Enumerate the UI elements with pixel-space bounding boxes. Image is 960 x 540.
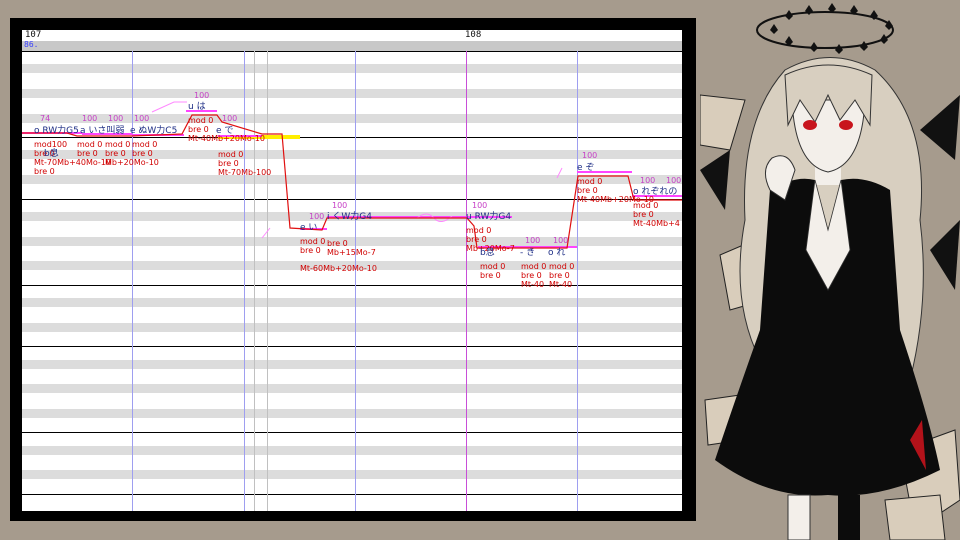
lyric-label[interactable]: o RW力G5 bbox=[34, 127, 79, 136]
param-mod: mod 0 bbox=[132, 140, 158, 149]
note-params: mod 0 bre 0 Mt-40 bbox=[521, 262, 546, 289]
param-mod: mod 0 bbox=[633, 201, 659, 210]
velocity-label: 100 bbox=[582, 151, 598, 160]
param-mod: mod 0 bbox=[77, 140, 103, 149]
lyric-label[interactable]: - き bbox=[520, 249, 535, 258]
param-mod: mod 0 bbox=[466, 226, 492, 235]
velocity-label: 100 bbox=[332, 201, 348, 210]
param-mod: mod 0 bbox=[521, 262, 547, 271]
velocity-label: 100 bbox=[525, 236, 541, 245]
note-labels: 74 o RW力G5 mod100 bre 0 Mt-70Mb+40Mo-10 … bbox=[22, 30, 682, 511]
lyric-label[interactable]: e ぞ bbox=[577, 164, 594, 173]
param-mod: mod 0 bbox=[549, 262, 575, 271]
lyric-label[interactable]: e ぬW力C5 bbox=[130, 127, 177, 136]
lyric-label[interactable]: o れぞれの bbox=[633, 188, 677, 197]
param-bre: bre 0 bbox=[466, 235, 487, 244]
velocity-label: 74 bbox=[40, 114, 51, 123]
leg-right bbox=[838, 495, 860, 540]
param-mt: Mt-60Mb+20Mo-10 bbox=[300, 264, 377, 273]
param-mt: Mt-40Mb+4 bbox=[633, 219, 680, 228]
lyric-label[interactable]: e い bbox=[300, 224, 317, 233]
lyric-label[interactable]: i くW力G4 bbox=[327, 213, 372, 222]
param-mod: mod 0 bbox=[218, 150, 244, 159]
velocity-label: 100 bbox=[553, 236, 569, 245]
note-params: mod 0 bre 0 bbox=[132, 140, 157, 158]
character-illustration bbox=[700, 3, 960, 540]
right-eye bbox=[839, 120, 853, 130]
lyric-label[interactable]: u RW力G4 bbox=[466, 213, 511, 222]
param-bre: bre 0 bbox=[218, 159, 239, 168]
star-icons bbox=[770, 3, 893, 54]
param-mt: Mt-70Mb-100 bbox=[218, 168, 272, 177]
lyric-label[interactable]: u は bbox=[188, 103, 206, 112]
velocity-label: 100 bbox=[309, 212, 325, 221]
lyric-label[interactable]: e で bbox=[216, 127, 233, 136]
param-mt: Mt-70Mb+40Mo-10 bbox=[34, 158, 111, 167]
param-bre: bre 0 bbox=[34, 167, 55, 176]
note-params: bre 0 Mb+15Mo-7 bbox=[327, 239, 376, 257]
velocity-label: 100 bbox=[194, 91, 210, 100]
param-bre: bre 0 bbox=[480, 271, 501, 280]
param-bre: bre 0 bbox=[549, 271, 570, 280]
param-bre: bre 0 bbox=[132, 149, 153, 158]
param-bre: bre 0 bbox=[521, 271, 542, 280]
param-mt: Mt-40 bbox=[521, 280, 545, 289]
piano-roll-editor[interactable]: 107 108 86. 74 o RW力G5 mod100 bre 0 Mt-7… bbox=[22, 30, 682, 511]
velocity-label: 100 bbox=[82, 114, 98, 123]
leg-left bbox=[787, 494, 811, 540]
param-bre: bre 0 bbox=[633, 210, 654, 219]
param-mt: Mb+15Mo-7 bbox=[327, 248, 376, 257]
param-mt: Mb+20Mo-10 bbox=[105, 158, 159, 167]
lyric-label[interactable]: o れ bbox=[548, 249, 565, 258]
param-mt: Mt-40 bbox=[549, 280, 573, 289]
lyric-label[interactable]: b息 bbox=[480, 249, 495, 258]
lyric-label[interactable]: a いさ叫弱 bbox=[80, 127, 124, 136]
note-params: mod 0 bre 0 Mt-70Mb-100 bbox=[218, 150, 271, 177]
velocity-label: 100 bbox=[108, 114, 124, 123]
param-bre: bre 0 bbox=[327, 239, 348, 248]
velocity-label: 100 bbox=[666, 176, 682, 185]
param-bre: bre 0 bbox=[77, 149, 98, 158]
velocity-label: 100 bbox=[472, 201, 488, 210]
note-params: mod 0 bre 0 bbox=[77, 140, 102, 158]
note-params: mod 0 bre 0 Mt-40 bbox=[549, 262, 574, 289]
left-eye bbox=[803, 120, 817, 130]
note-params: mod 0 bre 0 bbox=[480, 262, 505, 280]
velocity-label: 100 bbox=[640, 176, 656, 185]
velocity-label: 100 bbox=[134, 114, 150, 123]
note-params: mod 0 bre 0 Mt-40Mb+4 bbox=[633, 201, 680, 228]
lyric-label[interactable]: b息 bbox=[44, 150, 59, 159]
param-mod: mod 0 bbox=[480, 262, 506, 271]
velocity-label: 100 bbox=[222, 114, 238, 123]
